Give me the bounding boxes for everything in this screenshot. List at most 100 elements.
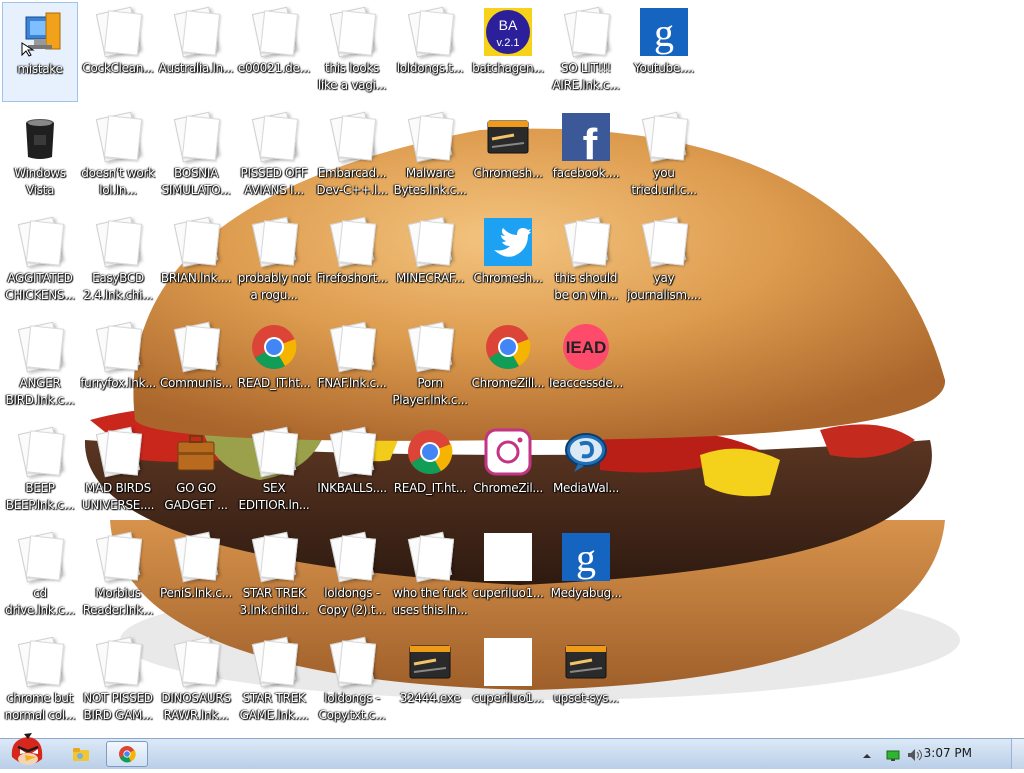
desktop-icon[interactable]: Malware Bytes.lnk.c... bbox=[392, 107, 468, 207]
desktop-icon[interactable]: cd drive.lnk.c... bbox=[2, 527, 78, 627]
desktop-icon[interactable]: ChromeZil... bbox=[470, 422, 546, 522]
twitter-icon bbox=[484, 218, 532, 266]
document-icon bbox=[94, 636, 143, 688]
desktop-icon[interactable]: BRIAN.lnk.... bbox=[158, 212, 234, 312]
desktop-icon[interactable]: IEAD Ieaccessde... bbox=[548, 317, 624, 417]
document-icon bbox=[406, 321, 455, 373]
briefcase-icon bbox=[172, 428, 220, 476]
desktop-icon[interactable]: STAR TREK 3.lnk.child... bbox=[236, 527, 312, 627]
desktop-icon[interactable]: Embarcad... Dev-C++.l... bbox=[314, 107, 390, 207]
chrome-icon bbox=[119, 746, 136, 763]
desktop-icon[interactable]: NOT PISSED BIRD GAM... bbox=[80, 632, 156, 732]
desktop-icon-label: furryfox.lnk... bbox=[80, 376, 156, 390]
taskbar-explorer-button[interactable] bbox=[66, 741, 96, 767]
desktop-icon[interactable]: mistake bbox=[2, 2, 78, 102]
desktop-icon-label: CockClean... bbox=[82, 61, 154, 75]
svg-text:v.2.1: v.2.1 bbox=[496, 37, 519, 49]
document-icon bbox=[16, 531, 65, 583]
desktop-icon[interactable]: BA v.2.1 batchagen... bbox=[470, 2, 546, 102]
desktop-icon-label: this should be on vin... bbox=[554, 271, 618, 302]
desktop-icon[interactable]: MediaWal... bbox=[548, 422, 624, 522]
tray-volume-button[interactable] bbox=[906, 747, 924, 766]
desktop-icon-label: Ieaccessde... bbox=[549, 376, 623, 390]
desktop-icon[interactable]: doesn't work lol.ln... bbox=[80, 107, 156, 207]
desktop-icon[interactable]: DINOSAURS RAWR.lnk... bbox=[158, 632, 234, 732]
desktop-icon-label: Youtube.... bbox=[634, 61, 694, 75]
desktop-icon[interactable]: ANGER BIRD.lnk.c... bbox=[2, 317, 78, 417]
desktop-icon[interactable]: SEX EDITIOR.ln... bbox=[236, 422, 312, 522]
desktop-icon-label: SEX EDITIOR.ln... bbox=[238, 481, 310, 512]
show-desktop-button[interactable] bbox=[1011, 739, 1024, 769]
desktop-icon[interactable]: FNAF.lnk.c... bbox=[314, 317, 390, 417]
desktop-icon[interactable]: who the fuck uses this.ln... bbox=[392, 527, 468, 627]
desktop-icon[interactable]: Windows Vista bbox=[2, 107, 78, 207]
desktop-icon-label: 32444.exe bbox=[399, 691, 461, 705]
desktop-icon[interactable]: probably not a rogu... bbox=[236, 212, 312, 312]
desktop-icon[interactable]: BOSNIA SIMULATO... bbox=[158, 107, 234, 207]
desktop-icon[interactable]: yay journalism.... bbox=[626, 212, 702, 312]
desktop-icon[interactable]: Morbius Reader.lnk... bbox=[80, 527, 156, 627]
desktop-icon[interactable]: PeniS.lnk.c... bbox=[158, 527, 234, 627]
desktop-icon-label: BRIAN.lnk.... bbox=[160, 271, 232, 285]
desktop-icon[interactable]: g Youtube.... bbox=[626, 2, 702, 102]
desktop-icon-label: DINOSAURS RAWR.lnk... bbox=[161, 691, 231, 722]
desktop-icon[interactable]: cuperiluo1... bbox=[470, 527, 546, 627]
desktop-icon[interactable]: g Medyabug... bbox=[548, 527, 624, 627]
desktop-icon[interactable]: e00021.de... bbox=[236, 2, 312, 102]
document-icon bbox=[16, 426, 65, 478]
desktop-icon[interactable]: furryfox.lnk... bbox=[80, 317, 156, 417]
document-icon bbox=[172, 321, 221, 373]
document-icon bbox=[94, 6, 143, 58]
desktop-icon[interactable]: upset-sys... bbox=[548, 632, 624, 732]
desktop-icon[interactable]: PISSED OFF AVIANS I... bbox=[236, 107, 312, 207]
desktop-icon[interactable]: loldongs.t... bbox=[392, 2, 468, 102]
document-icon bbox=[250, 216, 299, 268]
desktop-icon[interactable]: Chromesh... bbox=[470, 212, 546, 312]
document-icon bbox=[172, 111, 221, 163]
desktop-icon[interactable]: SO LIT!!! AIRE.lnk.c... bbox=[548, 2, 624, 102]
desktop-icon[interactable]: INKBALLS.... bbox=[314, 422, 390, 522]
document-icon bbox=[16, 216, 65, 268]
taskbar-chrome-button[interactable] bbox=[106, 741, 148, 767]
desktop-icon[interactable]: loldongs - Copy (2).t... bbox=[314, 527, 390, 627]
desktop-icon[interactable]: this looks like a vagi... bbox=[314, 2, 390, 102]
desktop-icon[interactable]: you tried.url.c... bbox=[626, 107, 702, 207]
tray-up-arrow-button[interactable] bbox=[862, 747, 872, 766]
desktop-icon[interactable]: 32444.exe bbox=[392, 632, 468, 732]
desktop-icon[interactable]: EasyBCD 2.4.lnk.chi... bbox=[80, 212, 156, 312]
desktop-icon[interactable]: CockClean... bbox=[80, 2, 156, 102]
desktop-icon[interactable]: MINECRAF... bbox=[392, 212, 468, 312]
desktop-icon-label: yay journalism.... bbox=[627, 271, 701, 302]
svg-text:IEAD: IEAD bbox=[566, 338, 607, 357]
facebook-icon: f bbox=[562, 113, 610, 169]
desktop-icon-label: READ_IT.ht... bbox=[237, 376, 311, 390]
desktop-icon[interactable]: READ_IT.ht... bbox=[236, 317, 312, 417]
desktop-icon[interactable]: READ_IT.ht... bbox=[392, 422, 468, 522]
desktop-icon[interactable]: ChromeZill... bbox=[470, 317, 546, 417]
desktop-icon[interactable]: Communis... bbox=[158, 317, 234, 417]
desktop-icon[interactable]: Chromesh... bbox=[470, 107, 546, 207]
desktop-icon-label: STAR TREK 3.lnk.child... bbox=[239, 586, 309, 617]
desktop-icon[interactable]: cuperiluo1... bbox=[470, 632, 546, 732]
desktop-icon[interactable]: this should be on vin... bbox=[548, 212, 624, 312]
desktop-icon-label: Chromesh... bbox=[473, 271, 543, 285]
document-icon bbox=[250, 531, 299, 583]
desktop-icon[interactable]: STAR TREK GAME.lnk.... bbox=[236, 632, 312, 732]
taskbar-clock[interactable]: 3:07 PM bbox=[924, 746, 972, 760]
desktop-icon[interactable]: chrome but normal col... bbox=[2, 632, 78, 732]
desktop-icon[interactable]: AGGITATED CHICKENS... bbox=[2, 212, 78, 312]
desktop-icon[interactable]: Porn Player.lnk.c... bbox=[392, 317, 468, 417]
desktop-icon[interactable]: Firefoshort... bbox=[314, 212, 390, 312]
start-button[interactable] bbox=[4, 731, 48, 769]
document-icon bbox=[172, 531, 221, 583]
desktop-icon[interactable]: Australia.ln... bbox=[158, 2, 234, 102]
desktop-icon[interactable]: f facebook.... bbox=[548, 107, 624, 207]
desktop-icon[interactable]: BEEP BEEP.lnk.c... bbox=[2, 422, 78, 522]
desktop-icon-label: ChromeZill... bbox=[471, 376, 545, 390]
document-icon bbox=[16, 321, 65, 373]
desktop-icon[interactable]: MAD BIRDS UNIVERSE.... bbox=[80, 422, 156, 522]
desktop-icon-label: BEEP BEEP.lnk.c... bbox=[5, 481, 75, 512]
desktop-icon[interactable]: GO GO GADGET ... bbox=[158, 422, 234, 522]
desktop-icon[interactable]: loldongs - Copy.txt.c... bbox=[314, 632, 390, 732]
tray-network-button[interactable] bbox=[886, 747, 900, 766]
